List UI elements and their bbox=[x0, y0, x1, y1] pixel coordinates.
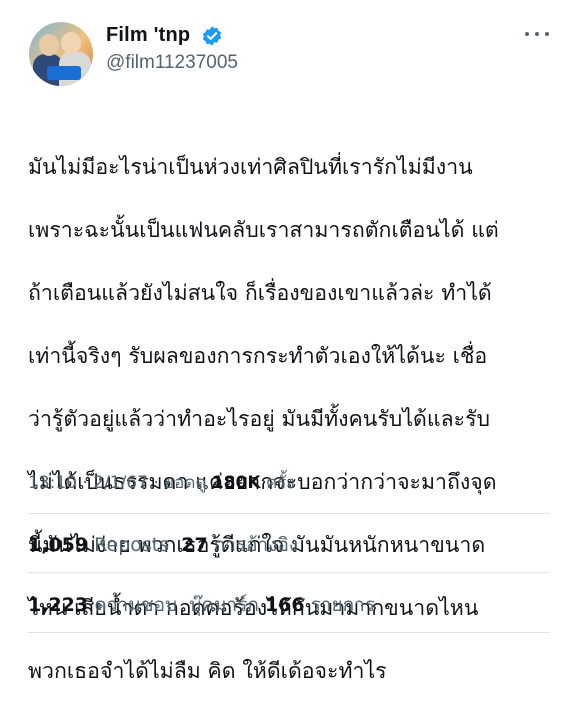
tweet-meta: 13:10 · 2/1/67 · ยอดดู 180K ครั้ง bbox=[28, 469, 295, 496]
divider bbox=[28, 513, 550, 514]
tweet-text: มันไม่มีอะไรน่าเป็นห่วงเท่าศิลปินที่เราร… bbox=[28, 120, 554, 719]
bookmarks-count: 166 bbox=[264, 594, 305, 616]
engagement-row-likes: 1,223 ความชอบ บุ๊คมาร์ก 166 รายการ bbox=[28, 590, 375, 620]
verified-badge-icon bbox=[202, 26, 222, 46]
tweet-time[interactable]: 13:10 bbox=[28, 473, 77, 493]
engagement-row-reposts: 1,059 Reposts 27 การอ้างอิง bbox=[28, 530, 298, 560]
divider bbox=[28, 632, 550, 633]
more-options-icon[interactable] bbox=[524, 26, 550, 42]
likes-link[interactable]: 1,223 ความชอบ bbox=[28, 594, 177, 616]
meta-separator: · bbox=[82, 473, 88, 493]
tweet-line: เท่านี้จริงๆ รับผลของการกระทำตัวเองให้ได… bbox=[28, 343, 488, 369]
avatar[interactable] bbox=[29, 22, 93, 86]
meta-separator: · bbox=[153, 473, 159, 493]
likes-label: ความชอบ bbox=[94, 594, 178, 616]
quotes-count: 27 bbox=[181, 534, 208, 556]
views-count: 180K bbox=[211, 473, 261, 493]
divider bbox=[28, 572, 550, 573]
avatar-face bbox=[39, 34, 59, 56]
tweet-line: ว่ารู้ตัวอยู่แล้วว่าทำอะไรอยู่ มันมีทั้ง… bbox=[28, 406, 491, 432]
bookmarks-label: บุ๊คมาร์ก bbox=[189, 594, 259, 616]
tweet-date[interactable]: 2/1/67 bbox=[93, 473, 148, 493]
reposts-label: Reposts bbox=[94, 534, 170, 556]
bookmarks-link[interactable]: บุ๊คมาร์ก 166 รายการ bbox=[189, 594, 375, 616]
likes-count: 1,223 bbox=[28, 594, 89, 616]
tweet-line: เพราะฉะนั้นเป็นแฟนคลับเราสามารถตักเตือนไ… bbox=[28, 217, 499, 243]
reposts-count: 1,059 bbox=[28, 534, 89, 556]
tweet-line: พวกเธอจำได้ไม่ลืม คิด ให้ดีเด้อจะทำไร bbox=[28, 658, 387, 684]
quotes-link[interactable]: 27 การอ้างอิง bbox=[181, 534, 298, 556]
bookmarks-unit: รายการ bbox=[310, 594, 376, 616]
reposts-link[interactable]: 1,059 Reposts bbox=[28, 534, 169, 556]
tweet-line: มันไม่มีอะไรน่าเป็นห่วงเท่าศิลปินที่เราร… bbox=[28, 154, 473, 180]
author-display-name[interactable]: Film 'tnp bbox=[106, 24, 190, 47]
quotes-label: การอ้างอิง bbox=[213, 534, 299, 556]
avatar-logo bbox=[47, 66, 81, 80]
views-label: ยอดดู bbox=[164, 473, 207, 493]
tweet-line: ถ้าเตือนแล้วยังไม่สนใจ ก็เรื่องของเขาแล้… bbox=[28, 280, 492, 306]
author-handle[interactable]: @film11237005 bbox=[106, 52, 238, 74]
avatar-face bbox=[61, 32, 81, 54]
views-unit: ครั้ง bbox=[265, 473, 295, 493]
